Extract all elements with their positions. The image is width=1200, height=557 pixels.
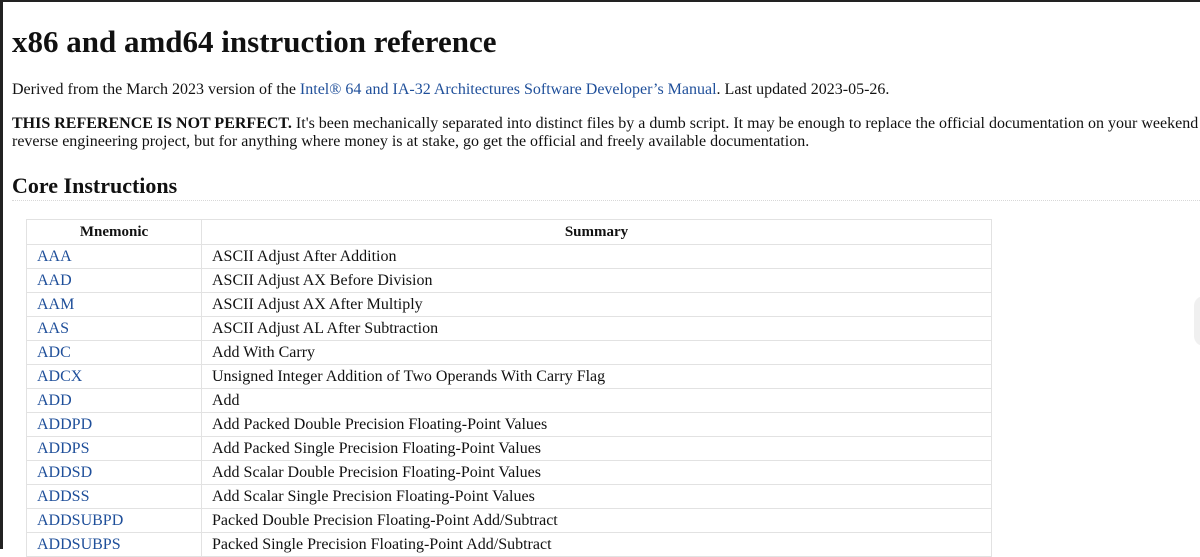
mnemonic-link[interactable]: ADCX bbox=[37, 368, 82, 385]
table-row: ADDSUBPD Packed Double Precision Floating… bbox=[26, 508, 992, 533]
mnemonic-link[interactable]: ADD bbox=[37, 392, 72, 409]
mnemonic-cell: ADC bbox=[26, 340, 202, 365]
mnemonic-cell: ADDSUBPS bbox=[26, 532, 202, 557]
table-row: AAM ASCII Adjust AX After Multiply bbox=[26, 292, 992, 317]
warning-heading: THIS REFERENCE IS NOT PERFECT. bbox=[12, 115, 292, 132]
scroll-handle[interactable] bbox=[1194, 296, 1200, 346]
window-left-border bbox=[0, 0, 3, 549]
summary-cell: Packed Double Precision Floating-Point A… bbox=[201, 508, 992, 533]
mnemonic-link[interactable]: AAM bbox=[37, 296, 74, 313]
intel-manual-link[interactable]: Intel® 64 and IA-32 Architectures Softwa… bbox=[300, 81, 717, 98]
mnemonic-cell: ADDSD bbox=[26, 460, 202, 485]
mnemonic-cell: AAS bbox=[26, 316, 202, 341]
table-row: ADDPS Add Packed Single Precision Floatin… bbox=[26, 436, 992, 461]
summary-cell: Add bbox=[201, 388, 992, 413]
window-top-border bbox=[0, 0, 1200, 2]
mnemonic-cell: AAM bbox=[26, 292, 202, 317]
summary-cell: ASCII Adjust After Addition bbox=[201, 244, 992, 269]
warning-paragraph: THIS REFERENCE IS NOT PERFECT. It's been… bbox=[12, 115, 1200, 151]
table-row: ADC Add With Carry bbox=[26, 340, 992, 365]
summary-cell: Add With Carry bbox=[201, 340, 992, 365]
table-row: ADDSUBPS Packed Single Precision Floating… bbox=[26, 532, 992, 557]
mnemonic-cell: AAD bbox=[26, 268, 202, 293]
table-row: ADDSD Add Scalar Double Precision Floatin… bbox=[26, 460, 992, 485]
summary-cell: Packed Single Precision Floating-Point A… bbox=[201, 532, 992, 557]
table-row: AAS ASCII Adjust AL After Subtraction bbox=[26, 316, 992, 341]
mnemonic-link[interactable]: AAA bbox=[37, 248, 72, 265]
mnemonic-cell: ADDPS bbox=[26, 436, 202, 461]
summary-cell: ASCII Adjust AX Before Division bbox=[201, 268, 992, 293]
summary-cell: Add Packed Double Precision Floating-Poi… bbox=[201, 412, 992, 437]
mnemonic-link[interactable]: AAS bbox=[37, 320, 69, 337]
table-header-row: Mnemonic Summary bbox=[26, 219, 992, 245]
summary-cell: Add Scalar Double Precision Floating-Poi… bbox=[201, 460, 992, 485]
section-divider bbox=[12, 200, 1200, 201]
mnemonic-link[interactable]: ADDSD bbox=[37, 464, 92, 481]
mnemonic-cell: ADDPD bbox=[26, 412, 202, 437]
intro-prefix: Derived from the March 2023 version of t… bbox=[12, 81, 300, 98]
table-row: ADD Add bbox=[26, 388, 992, 413]
summary-cell: ASCII Adjust AL After Subtraction bbox=[201, 316, 992, 341]
mnemonic-cell: ADCX bbox=[26, 364, 202, 389]
intro-paragraph: Derived from the March 2023 version of t… bbox=[12, 80, 889, 100]
column-header-summary: Summary bbox=[201, 219, 992, 245]
column-header-mnemonic: Mnemonic bbox=[26, 219, 202, 245]
mnemonic-link[interactable]: ADC bbox=[37, 344, 71, 361]
mnemonic-link[interactable]: ADDSS bbox=[37, 488, 89, 505]
mnemonic-link[interactable]: ADDPD bbox=[37, 416, 92, 433]
mnemonic-cell: ADDSS bbox=[26, 484, 202, 509]
intro-suffix: . Last updated 2023-05-26. bbox=[716, 81, 890, 98]
table-body: AAA ASCII Adjust After Addition AAD ASCII A… bbox=[26, 244, 992, 557]
mnemonic-link[interactable]: ADDPS bbox=[37, 440, 89, 457]
summary-cell: Unsigned Integer Addition of Two Operand… bbox=[201, 364, 992, 389]
table-row: ADCX Unsigned Integer Addition of Two Ope… bbox=[26, 364, 992, 389]
summary-cell: Add Scalar Single Precision Floating-Poi… bbox=[201, 484, 992, 509]
page-title: x86 and amd64 instruction reference bbox=[12, 24, 497, 59]
mnemonic-link[interactable]: AAD bbox=[37, 272, 72, 289]
mnemonic-link[interactable]: ADDSUBPS bbox=[37, 536, 121, 553]
instruction-table: Mnemonic Summary AAA ASCII Adjust After A… bbox=[26, 219, 992, 557]
mnemonic-cell: ADD bbox=[26, 388, 202, 413]
table-row: ADDSS Add Scalar Single Precision Floatin… bbox=[26, 484, 992, 509]
table-row: AAA ASCII Adjust After Addition bbox=[26, 244, 992, 269]
mnemonic-cell: AAA bbox=[26, 244, 202, 269]
mnemonic-link[interactable]: ADDSUBPD bbox=[37, 512, 123, 529]
summary-cell: ASCII Adjust AX After Multiply bbox=[201, 292, 992, 317]
table-row: ADDPD Add Packed Double Precision Floatin… bbox=[26, 412, 992, 437]
mnemonic-cell: ADDSUBPD bbox=[26, 508, 202, 533]
summary-cell: Add Packed Single Precision Floating-Poi… bbox=[201, 436, 992, 461]
table-row: AAD ASCII Adjust AX Before Division bbox=[26, 268, 992, 293]
section-title: Core Instructions bbox=[12, 173, 178, 198]
